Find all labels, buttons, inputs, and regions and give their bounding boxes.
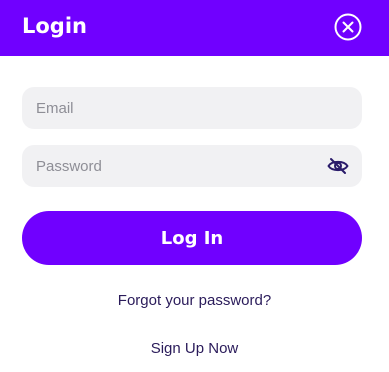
- forgot-password-link[interactable]: Forgot your password?: [0, 292, 389, 309]
- sign-up-link[interactable]: Sign Up Now: [0, 340, 389, 357]
- modal-header: Login: [0, 0, 389, 56]
- password-field[interactable]: [22, 145, 362, 187]
- eye-slash-icon[interactable]: [327, 156, 349, 176]
- modal-title: Login: [22, 14, 87, 38]
- email-field-container: [22, 87, 362, 129]
- email-field[interactable]: [22, 87, 362, 129]
- close-icon[interactable]: [334, 13, 362, 41]
- password-field-container: [22, 145, 362, 187]
- login-button[interactable]: Log In: [22, 211, 362, 265]
